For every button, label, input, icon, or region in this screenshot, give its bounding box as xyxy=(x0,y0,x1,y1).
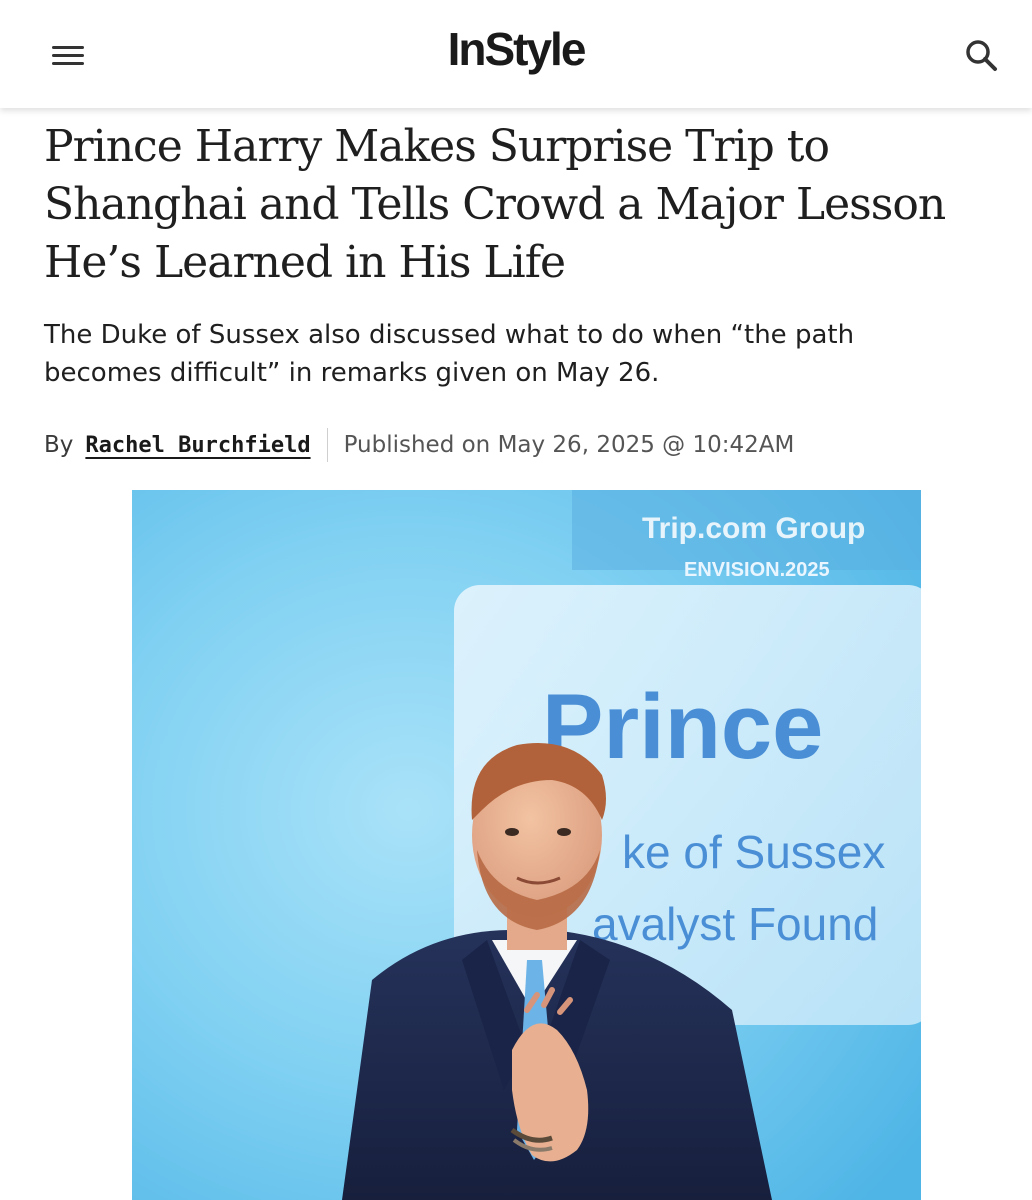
sign-brand-text: Trip.com Group xyxy=(642,512,865,545)
search-icon xyxy=(966,40,997,71)
sign-line3-text: avalyst Found xyxy=(592,898,878,950)
author-link[interactable]: Rachel Burchfield xyxy=(85,433,310,458)
article-headline: Prince Harry Makes Surprise Trip to Shan… xyxy=(44,121,946,288)
sign-event-text: ENVISION.2025 xyxy=(684,559,830,581)
article-page: InStyle Prince Harry Makes Surprise Trip… xyxy=(0,0,1032,1200)
hero-image: Trip.com Group ENVISION.2025 Prince ke o… xyxy=(132,490,921,1200)
byline-divider xyxy=(326,428,328,462)
site-header: InStyle xyxy=(0,0,1032,108)
byline: By Rachel Burchfield Published on May 26… xyxy=(44,426,794,464)
site-logo[interactable]: InStyle xyxy=(0,22,1032,76)
article-dek: The Duke of Sussex also discussed what t… xyxy=(44,320,855,388)
publish-date: Published on May 26, 2025 @ 10:42AM xyxy=(343,432,795,458)
search-button[interactable] xyxy=(960,34,1004,78)
sign-line2-text: ke of Sussex xyxy=(622,826,885,878)
byline-prefix: By xyxy=(44,432,74,458)
